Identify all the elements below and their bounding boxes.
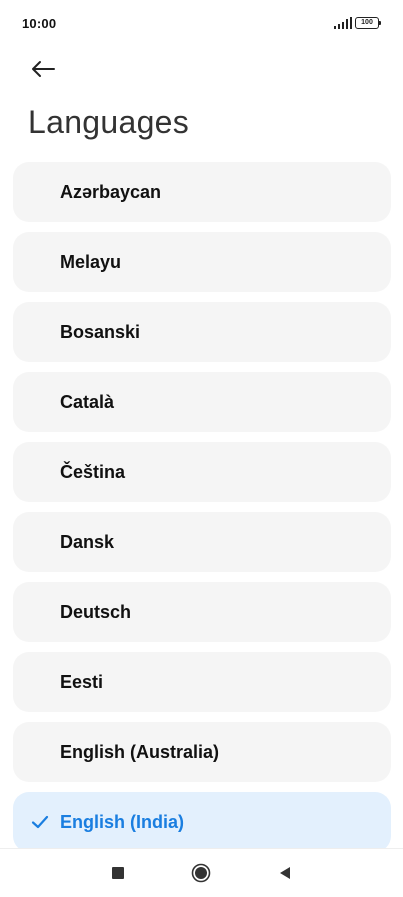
battery-tip [379,21,381,25]
page-title: Languages [28,104,190,140]
battery-icon: 100 [355,17,382,29]
language-label: Čeština [60,462,126,482]
language-label: Deutsch [60,602,132,622]
recents-square-icon[interactable] [112,867,124,879]
navigation-bar [0,848,403,897]
language-label: Bosanski [60,322,141,342]
language-item-cestina[interactable]: Čeština [13,442,391,502]
language-item-english-india[interactable]: English (India) [13,792,391,852]
arrow-left-icon [32,61,55,77]
battery-level: 100 [355,17,379,29]
back-button[interactable] [26,52,60,86]
language-item-english-australia[interactable]: English (Australia) [13,722,391,782]
language-item-dansk[interactable]: Dansk [13,512,391,572]
language-label: Eesti [60,672,104,692]
back-triangle-icon[interactable] [278,866,292,880]
language-item-azerbaycan[interactable]: Azərbaycan [13,162,391,222]
status-time: 10:00 [22,16,57,31]
language-label: English (India) [60,812,184,832]
language-item-eesti[interactable]: Eesti [13,652,391,712]
language-item-catala[interactable]: Català [13,372,391,432]
home-circle-icon[interactable] [191,863,211,883]
language-item-melayu[interactable]: Melayu [13,232,391,292]
status-bar: 10:00 100 [0,0,403,44]
signal-icon [334,17,352,29]
language-item-deutsch[interactable]: Deutsch [13,582,391,642]
language-label: Melayu [60,252,122,272]
language-item-bosanski[interactable]: Bosanski [13,302,391,362]
language-list: Azərbaycan Melayu Bosanski Català Češtin… [13,162,391,862]
language-label: Azərbaycan [60,182,162,202]
language-label: Català [60,392,115,412]
check-icon [31,815,49,829]
language-label: Dansk [60,532,115,552]
language-label: English (Australia) [60,742,220,762]
